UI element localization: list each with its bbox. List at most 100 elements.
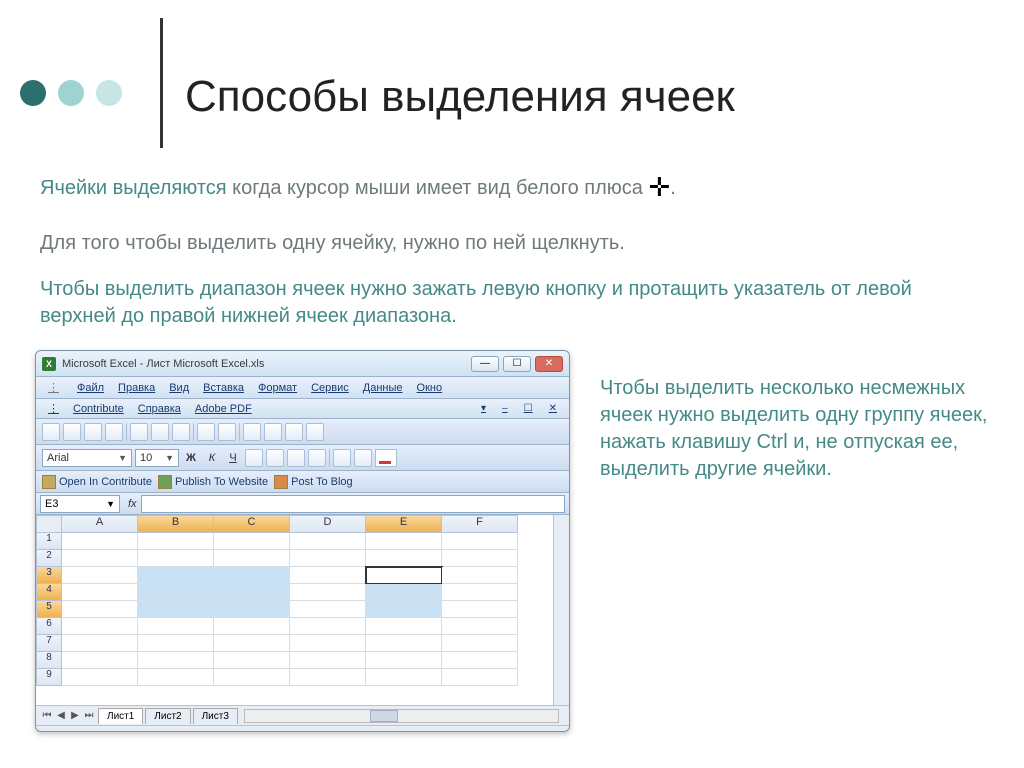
tab-nav-first[interactable]: ⏮ (40, 709, 54, 723)
menu-bar: ⋮ Файл Правка Вид Вставка Формат Сервис … (36, 377, 569, 399)
menu-bar-2: ⋮ Contribute Справка Adobe PDF ▾ – ☐ ✕ (36, 399, 569, 419)
col-header[interactable]: E (366, 515, 442, 533)
font-combo[interactable]: Arial▼ (42, 449, 132, 467)
text: . (670, 177, 676, 199)
col-header[interactable]: C (214, 515, 290, 533)
row-header[interactable]: 5 (36, 601, 62, 618)
sheet-tab[interactable]: Лист2 (145, 708, 190, 724)
row-header[interactable]: 9 (36, 669, 62, 686)
spreadsheet-grid[interactable]: A B C D E F 1 2 3 4 5 6 7 8 (36, 515, 569, 705)
menu-view[interactable]: Вид (163, 380, 195, 396)
underline-button[interactable]: Ч (224, 449, 242, 467)
align-left-button[interactable] (245, 449, 263, 467)
minimize-button[interactable]: — (471, 356, 499, 372)
titlebar[interactable]: X Microsoft Excel - Лист Microsoft Excel… (36, 351, 569, 377)
col-header[interactable]: F (442, 515, 518, 533)
dot (20, 80, 46, 106)
menu-help[interactable]: Справка (132, 401, 187, 417)
chart-button[interactable] (285, 423, 303, 441)
grip-icon[interactable]: ⋮ (42, 400, 65, 417)
separator (239, 423, 240, 441)
cells-area[interactable] (62, 533, 518, 686)
print-button[interactable] (105, 423, 123, 441)
tab-nav-next[interactable]: ▶ (68, 709, 82, 723)
tab-nav-last[interactable]: ⏭ (82, 709, 96, 723)
undo-button[interactable] (197, 423, 215, 441)
text-highlight: Ячейки выделяются (40, 177, 227, 199)
publish-website-button[interactable]: Publish To Website (158, 475, 268, 489)
font-color-button[interactable] (375, 449, 397, 467)
col-header[interactable]: A (62, 515, 138, 533)
window-title: Microsoft Excel - Лист Microsoft Excel.x… (62, 358, 471, 370)
restore-doc-button[interactable]: ▾ (475, 401, 492, 416)
size-combo[interactable]: 10▼ (135, 449, 179, 467)
vertical-scrollbar[interactable] (553, 515, 569, 705)
cursor-plus-icon: ✛ (648, 170, 670, 205)
copy-button[interactable] (151, 423, 169, 441)
formula-input[interactable] (141, 495, 565, 513)
align-center-button[interactable] (266, 449, 284, 467)
min-doc-button[interactable]: – (496, 401, 514, 416)
save-button[interactable] (84, 423, 102, 441)
side-paragraph: Чтобы выделить несколько несмежных ячеек… (600, 375, 990, 483)
help-button[interactable] (306, 423, 324, 441)
menu-window[interactable]: Окно (411, 380, 449, 396)
separator (126, 423, 127, 441)
close-button[interactable]: ✕ (535, 356, 563, 372)
align-right-button[interactable] (287, 449, 305, 467)
contribute-toolbar: Open In Contribute Publish To Website Po… (36, 471, 569, 493)
publish-icon (158, 475, 172, 489)
menu-contribute[interactable]: Contribute (67, 401, 130, 417)
menu-file[interactable]: Файл (71, 380, 110, 396)
dot (96, 80, 122, 106)
redo-button[interactable] (218, 423, 236, 441)
excel-icon: X (42, 357, 56, 371)
dot (58, 80, 84, 106)
paste-button[interactable] (172, 423, 190, 441)
sum-button[interactable] (264, 423, 282, 441)
row-header[interactable]: 3 (36, 567, 62, 584)
cut-button[interactable] (130, 423, 148, 441)
menu-edit[interactable]: Правка (112, 380, 161, 396)
new-button[interactable] (42, 423, 60, 441)
row-header[interactable]: 4 (36, 584, 62, 601)
fill-color-button[interactable] (354, 449, 372, 467)
open-contribute-button[interactable]: Open In Contribute (42, 475, 152, 489)
active-cell[interactable] (366, 567, 442, 584)
menu-tools[interactable]: Сервис (305, 380, 355, 396)
col-header[interactable]: D (290, 515, 366, 533)
slide-title: Способы выделения ячеек (185, 72, 735, 122)
open-button[interactable] (63, 423, 81, 441)
menu-insert[interactable]: Вставка (197, 380, 250, 396)
row-header[interactable]: 1 (36, 533, 62, 550)
column-headers: A B C D E F (62, 515, 518, 533)
tab-nav-prev[interactable]: ◀ (54, 709, 68, 723)
fx-icon[interactable]: fx (124, 498, 141, 510)
max-doc-button[interactable]: ☐ (518, 401, 539, 416)
col-header[interactable]: B (138, 515, 214, 533)
borders-button[interactable] (333, 449, 351, 467)
scroll-thumb[interactable] (370, 710, 398, 722)
open-icon (42, 475, 56, 489)
close-doc-button[interactable]: ✕ (543, 401, 563, 416)
paragraph-3: Чтобы выделить диапазон ячеек нужно зажа… (40, 276, 970, 330)
row-header[interactable]: 7 (36, 635, 62, 652)
row-header[interactable]: 8 (36, 652, 62, 669)
name-box[interactable]: E3 ▼ (40, 495, 120, 513)
sort-button[interactable] (243, 423, 261, 441)
italic-button[interactable]: К (203, 449, 221, 467)
merge-button[interactable] (308, 449, 326, 467)
row-header[interactable]: 2 (36, 550, 62, 567)
select-all-corner[interactable] (36, 515, 62, 533)
menu-data[interactable]: Данные (357, 380, 409, 396)
menu-format[interactable]: Формат (252, 380, 303, 396)
maximize-button[interactable]: ☐ (503, 356, 531, 372)
horizontal-scrollbar[interactable] (244, 709, 559, 723)
menu-adobe[interactable]: Adobe PDF (189, 401, 258, 417)
grip-icon[interactable]: ⋮ (42, 379, 65, 396)
sheet-tab[interactable]: Лист1 (98, 708, 143, 724)
post-blog-button[interactable]: Post To Blog (274, 475, 353, 489)
row-header[interactable]: 6 (36, 618, 62, 635)
sheet-tab[interactable]: Лист3 (193, 708, 238, 724)
bold-button[interactable]: Ж (182, 449, 200, 467)
